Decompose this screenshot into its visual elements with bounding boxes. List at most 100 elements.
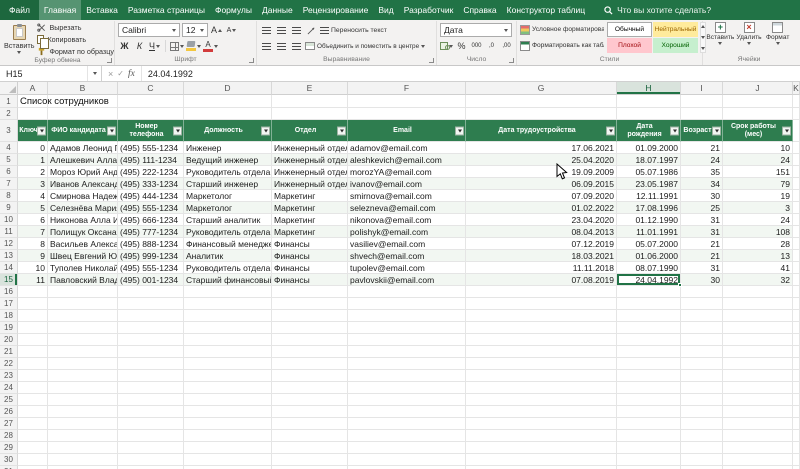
filter-button-A[interactable] <box>37 126 46 135</box>
alignment-dialog-launcher-icon[interactable] <box>429 58 434 63</box>
row-header-14[interactable]: 14 <box>0 262 18 274</box>
cell-I7[interactable]: 34 <box>681 178 723 190</box>
align-center-button[interactable] <box>275 40 288 53</box>
cell-C11[interactable]: (495) 777-1234 <box>118 226 184 238</box>
row-header-3[interactable]: 3 <box>0 120 18 142</box>
cell-D3[interactable]: Должность <box>184 120 272 142</box>
cell-I6[interactable]: 35 <box>681 166 723 178</box>
ribbon-tab-2[interactable]: Вставка <box>81 0 123 20</box>
row-header-9[interactable]: 9 <box>0 202 18 214</box>
tell-me-box[interactable]: Что вы хотите сделать? <box>598 0 717 20</box>
cell-K24[interactable] <box>793 382 800 394</box>
row-header-17[interactable]: 17 <box>0 298 18 310</box>
increase-decimal-button[interactable]: ,0 <box>485 40 498 53</box>
cell-A21[interactable] <box>18 346 48 358</box>
column-header-I[interactable]: I <box>681 82 723 95</box>
ribbon-tab-1[interactable]: Главная <box>38 0 82 20</box>
cell-D14[interactable]: Руководитель отдела <box>184 262 272 274</box>
cell-H30[interactable] <box>617 454 681 466</box>
cell-K20[interactable] <box>793 334 800 346</box>
cell-J13[interactable]: 13 <box>723 250 793 262</box>
column-header-C[interactable]: C <box>118 82 184 95</box>
cell-E11[interactable]: Маркетинг <box>272 226 348 238</box>
cell-K13[interactable] <box>793 250 800 262</box>
cell-G15[interactable]: 07.08.2019 <box>466 274 617 286</box>
ribbon-tab-9[interactable]: Справка <box>458 0 501 20</box>
cell-B30[interactable] <box>48 454 118 466</box>
cell-D18[interactable] <box>184 310 272 322</box>
cell-H13[interactable]: 01.06.2000 <box>617 250 681 262</box>
cell-J10[interactable]: 24 <box>723 214 793 226</box>
cell-H29[interactable] <box>617 442 681 454</box>
font-name-combo[interactable]: Calibri <box>118 23 180 37</box>
cell-C18[interactable] <box>118 310 184 322</box>
cell-B4[interactable]: Адамов Леонид Петр <box>48 142 118 154</box>
cell-K3[interactable] <box>793 120 800 142</box>
column-header-F[interactable]: F <box>348 82 466 95</box>
row-header-10[interactable]: 10 <box>0 214 18 226</box>
cell-I11[interactable]: 31 <box>681 226 723 238</box>
cell-C19[interactable] <box>118 322 184 334</box>
cell-F25[interactable] <box>348 394 466 406</box>
cell-D8[interactable]: Маркетолог <box>184 190 272 202</box>
formula-input[interactable]: 24.04.1992 <box>142 66 800 81</box>
cell-A18[interactable] <box>18 310 48 322</box>
cell-J19[interactable] <box>723 322 793 334</box>
shrink-font-button[interactable]: А <box>225 24 238 37</box>
font-dialog-launcher-icon[interactable] <box>249 58 254 63</box>
cell-C27[interactable] <box>118 418 184 430</box>
cell-I9[interactable]: 25 <box>681 202 723 214</box>
cell-F11[interactable]: polishyk@email.com <box>348 226 466 238</box>
format-cells-button[interactable]: Формат <box>763 22 792 45</box>
row-header-15[interactable]: 15 <box>0 274 18 286</box>
cell-C26[interactable] <box>118 406 184 418</box>
cell-E2[interactable] <box>272 108 348 120</box>
name-box-caret[interactable] <box>88 66 102 81</box>
cell-H5[interactable]: 18.07.1997 <box>617 154 681 166</box>
cell-J4[interactable]: 10 <box>723 142 793 154</box>
cell-C10[interactable]: (495) 666-1234 <box>118 214 184 226</box>
cell-G9[interactable]: 01.02.2022 <box>466 202 617 214</box>
bold-button[interactable]: Ж <box>118 40 131 53</box>
cell-C5[interactable]: (495) 111-1234 <box>118 154 184 166</box>
cell-C7[interactable]: (495) 333-1234 <box>118 178 184 190</box>
align-bottom-button[interactable] <box>290 24 303 37</box>
cell-G20[interactable] <box>466 334 617 346</box>
cell-I2[interactable] <box>681 108 723 120</box>
cell-E20[interactable] <box>272 334 348 346</box>
insert-cells-button[interactable]: + Вставить <box>706 22 735 45</box>
row-header-30[interactable]: 30 <box>0 454 18 466</box>
cell-E14[interactable]: Финансы <box>272 262 348 274</box>
cell-C8[interactable]: (495) 444-1234 <box>118 190 184 202</box>
cell-E8[interactable]: Маркетинг <box>272 190 348 202</box>
cell-B3[interactable]: ФИО кандидата <box>48 120 118 142</box>
cell-D19[interactable] <box>184 322 272 334</box>
cell-I27[interactable] <box>681 418 723 430</box>
paste-button[interactable]: Вставить <box>4 22 34 56</box>
cell-G3[interactable]: Дата трудоустройства <box>466 120 617 142</box>
cell-F15[interactable]: pavlovskii@email.com <box>348 274 466 286</box>
cell-D29[interactable] <box>184 442 272 454</box>
cell-C17[interactable] <box>118 298 184 310</box>
cell-E22[interactable] <box>272 358 348 370</box>
cell-A28[interactable] <box>18 430 48 442</box>
cell-H24[interactable] <box>617 382 681 394</box>
cell-D17[interactable] <box>184 298 272 310</box>
cell-D4[interactable]: Инженер <box>184 142 272 154</box>
cell-C30[interactable] <box>118 454 184 466</box>
cell-style-neutral[interactable]: Нейтральный <box>653 22 698 37</box>
cell-E16[interactable] <box>272 286 348 298</box>
cell-A3[interactable]: Ключ <box>18 120 48 142</box>
cell-F13[interactable]: shvech@email.com <box>348 250 466 262</box>
cell-D30[interactable] <box>184 454 272 466</box>
cell-A20[interactable] <box>18 334 48 346</box>
align-left-button[interactable] <box>260 40 273 53</box>
cell-J28[interactable] <box>723 430 793 442</box>
cell-K7[interactable] <box>793 178 800 190</box>
cell-D7[interactable]: Старший инженер <box>184 178 272 190</box>
cell-B24[interactable] <box>48 382 118 394</box>
cell-B2[interactable] <box>48 108 118 120</box>
align-right-button[interactable] <box>290 40 303 53</box>
cell-I29[interactable] <box>681 442 723 454</box>
ribbon-tab-5[interactable]: Данные <box>257 0 298 20</box>
